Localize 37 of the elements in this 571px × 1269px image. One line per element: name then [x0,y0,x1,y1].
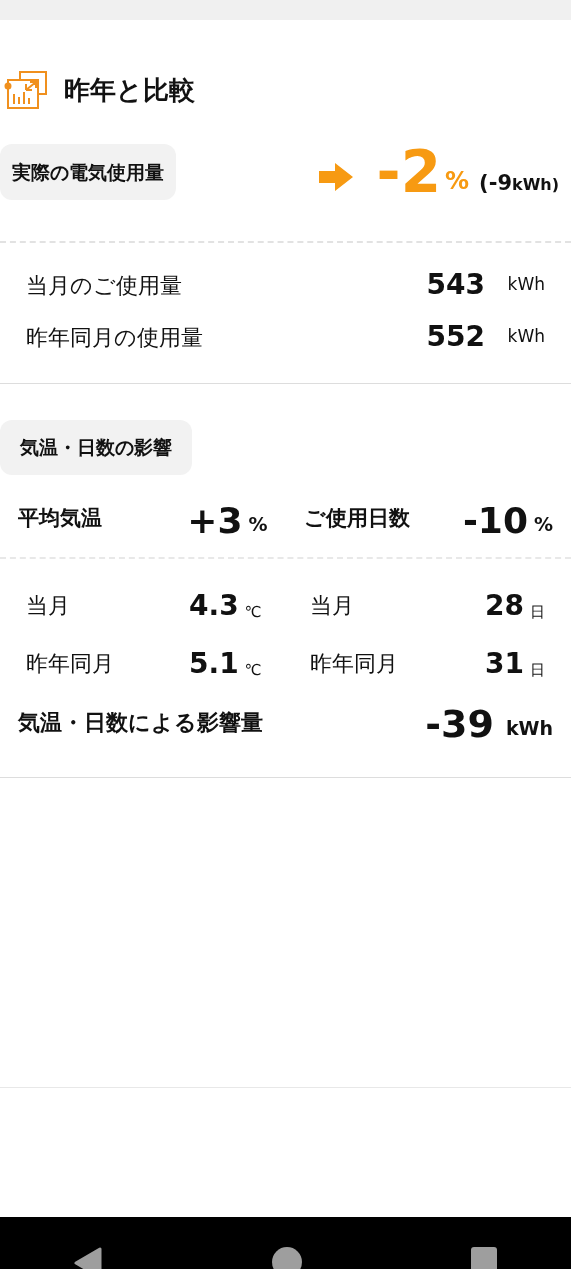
comparison-label: 当月 [309,592,354,620]
comparison-label: 昨年同月 [26,650,114,678]
back-icon[interactable] [74,1247,102,1269]
usage-value: 543 [426,267,485,303]
factor-label: ご使用日数 [303,505,410,532]
unit-label: kWh [506,325,545,349]
section-label: 実際の電気使用量 [0,143,176,201]
page-title: 昨年と比較 [64,73,195,107]
unit-label: kWh [505,716,553,741]
usage-value: 552 [426,319,485,355]
unit-label: ℃ [244,660,262,681]
section-label: 気温・日数の影響 [0,420,192,475]
usage-label: 昨年同月の使用量 [26,323,204,352]
usage-difference: (-9kWh) [479,169,559,197]
home-icon[interactable] [271,1247,302,1269]
percent-unit: % [248,512,268,537]
impact-label: 気温・日数による影響量 [18,708,263,737]
comparison-value: 31 [485,645,524,682]
usage-label: 当月のご使用量 [26,271,183,300]
unit-label: 日 [530,660,545,681]
unit-label: 日 [530,602,545,623]
factor-value: -10 [462,502,528,539]
comparison-label: 昨年同月 [309,650,398,678]
comparison-value: 4.3 [189,587,239,624]
comparison-value: 28 [485,587,524,624]
comparison-value: 5.1 [189,645,239,682]
comparison-label: 当月 [26,592,70,620]
impact-value: -39 [425,704,494,743]
chart-compare-icon [4,70,48,110]
percent-unit: % [533,512,553,537]
unit-label: kWh [506,273,545,297]
factor-value: +3 [187,502,243,539]
percent-unit: % [445,166,470,197]
change-percent: -2 [376,143,441,201]
unit-label: ℃ [244,602,262,623]
factor-label: 平均気温 [18,505,102,532]
arrow-right-icon [318,161,353,193]
